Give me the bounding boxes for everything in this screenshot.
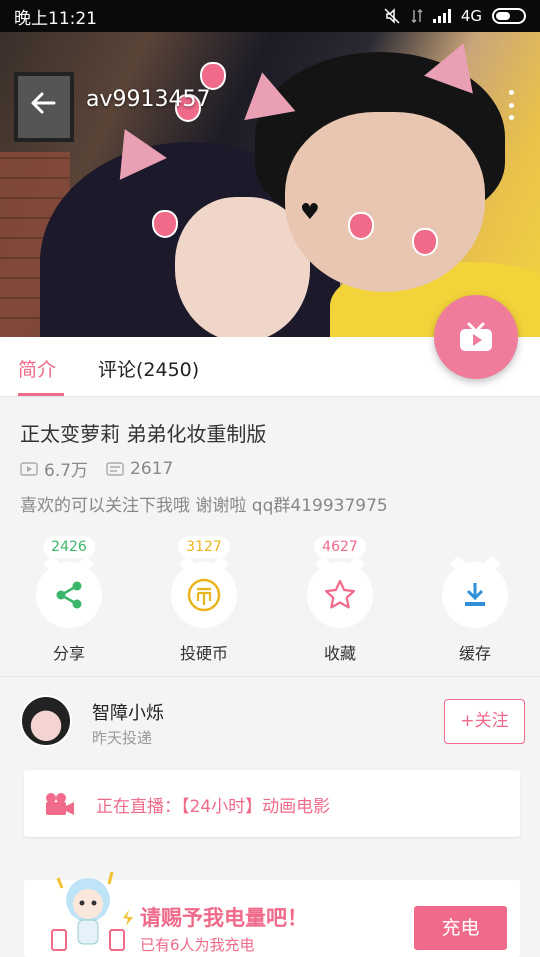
coin-label: 投硬币 [179, 644, 228, 663]
data-transfer-icon [411, 9, 423, 23]
video-cover[interactable]: ♥ av9913457 [0, 32, 540, 337]
mascot-illustration [51, 871, 133, 951]
view-count: 6.7万 [44, 461, 89, 481]
download-action[interactable]: 0 缓存 [437, 536, 513, 664]
cat-ear-sticker [236, 67, 296, 121]
video-stats: 6.7万 2617 [20, 456, 173, 481]
favorite-label: 收藏 [323, 644, 356, 663]
network-type: 4G [460, 7, 482, 25]
tab-comments[interactable]: 评论(2450) [98, 355, 199, 382]
download-label: 缓存 [458, 644, 491, 663]
status-time: 晚上11:21 [14, 8, 97, 29]
mute-icon [384, 8, 400, 24]
video-av-id: av9913457 [86, 87, 211, 112]
star-icon [324, 579, 356, 609]
strawberry-sticker [152, 210, 178, 238]
tv-play-icon [460, 322, 492, 351]
share-count: 2426 [43, 536, 95, 558]
uploader-row: 智障小烁 昨天投递 +关注 [0, 676, 540, 768]
follow-button[interactable]: +关注 [444, 699, 525, 744]
coin-action[interactable]: 3127 投硬币 [166, 536, 242, 664]
charge-button[interactable]: 充电 [414, 906, 507, 950]
upload-time: 昨天投递 [92, 729, 153, 747]
charge-subtitle: 已有6人为我充电 [140, 936, 255, 954]
play-count-icon [20, 461, 38, 476]
coin-icon [187, 578, 221, 612]
favorite-count: 4627 [314, 536, 366, 558]
heart-sticker: ♥ [300, 200, 320, 225]
play-video-button[interactable] [434, 295, 518, 379]
status-bar: 晚上11:21 4G [0, 0, 540, 32]
charge-card: 请赐予我电量吧！ 已有6人为我充电 充电 [24, 871, 520, 957]
views-stat: 6.7万 [20, 456, 88, 481]
live-card[interactable]: 正在直播：【24小时】动画电影 [24, 770, 520, 837]
tab-intro[interactable]: 简介 [18, 355, 56, 382]
tab-indicator [18, 393, 64, 396]
more-menu-icon[interactable] [506, 90, 516, 120]
favorite-action[interactable]: 4627 收藏 [302, 536, 378, 664]
video-info: 正太变萝莉 弟弟化妆重制版 6.7万 2617 喜欢的可以关注下我哦 谢谢啦 q… [0, 398, 540, 676]
strawberry-sticker [200, 62, 226, 90]
share-action[interactable]: 2426 分享 [31, 536, 107, 664]
danmaku-stat: 2617 [106, 459, 173, 479]
battery-icon [492, 8, 526, 24]
strawberry-sticker [348, 212, 374, 240]
video-description: 喜欢的可以关注下我哦 谢谢啦 qq群419937975 [20, 496, 388, 516]
danmaku-count: 2617 [130, 458, 174, 479]
video-title: 正太变萝莉 弟弟化妆重制版 [20, 422, 267, 446]
back-arrow-icon[interactable] [28, 88, 58, 118]
signal-icon [432, 9, 451, 23]
coin-count: 3127 [178, 536, 230, 558]
strawberry-sticker [412, 228, 438, 256]
status-icons: 4G [383, 7, 526, 25]
danmaku-icon [106, 461, 124, 476]
live-text: 正在直播：【24小时】动画电影 [96, 797, 331, 817]
video-camera-icon [46, 793, 74, 815]
charge-title: 请赐予我电量吧！ [140, 906, 308, 930]
uploader-name[interactable]: 智障小烁 [92, 699, 164, 725]
share-label: 分享 [52, 644, 85, 663]
uploader-avatar[interactable] [20, 695, 72, 747]
download-icon [465, 583, 485, 606]
share-icon [56, 581, 82, 609]
